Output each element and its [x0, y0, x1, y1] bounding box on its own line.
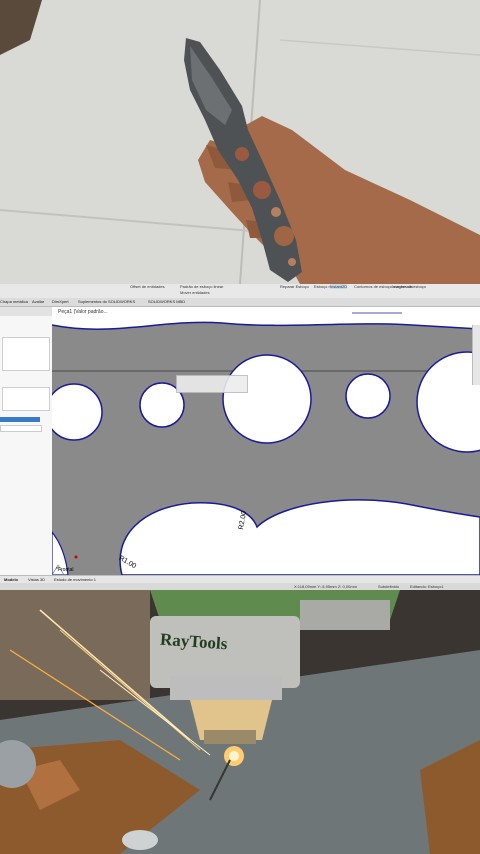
command-tabs: Chapa metálica Avaliar DimXpert Suplemen… — [0, 298, 480, 307]
laser-photo-illustration — [0, 590, 480, 854]
selected-field[interactable] — [0, 417, 40, 422]
ribbon-offset-entities[interactable]: Offset de entidades — [130, 284, 165, 289]
cad-window: Offset de entidades Padrão de esboço lin… — [0, 284, 480, 590]
tab-evaluate[interactable]: Avaliar — [32, 299, 44, 304]
ribbon-linear-pattern[interactable]: Padrão de esboço linear — [180, 284, 223, 289]
tab-mbd[interactable]: SOLIDWORKS MBD — [148, 299, 185, 304]
tab-dimxpert[interactable]: DimXpert — [52, 299, 69, 304]
feature-manager-panel — [0, 307, 53, 575]
photo-knife-in-hand — [0, 0, 480, 284]
context-toolbar[interactable] — [176, 375, 248, 393]
panel-box-2 — [2, 387, 50, 411]
ribbon: Offset de entidades Padrão de esboço lin… — [0, 284, 480, 299]
tab-model[interactable]: Modelo — [4, 577, 18, 582]
status-bar: X:118,09mm Y:-5,95mm Z: 0,00mm Subdefini… — [0, 583, 480, 590]
ribbon-sketch-picture[interactable]: Imagem de esboço — [392, 284, 426, 289]
ribbon-instant2d[interactable]: Instant2D — [330, 284, 348, 289]
photo-laser-cutting: RayTools — [0, 590, 480, 854]
tab-addins[interactable]: Suplementos do SOLIDWORKS — [78, 299, 135, 304]
tab-motion-study[interactable]: Estudo de movimento 1 — [54, 577, 96, 582]
view-label: *Frontal — [56, 567, 74, 573]
ribbon-move-entities[interactable]: Mover entidades — [180, 290, 210, 295]
tab-sheet-metal[interactable]: Chapa metálica — [0, 299, 28, 304]
task-pane-icons[interactable] — [472, 325, 480, 385]
status-coords: X:118,09mm Y:-5,95mm Z: 0,00mm — [294, 584, 357, 589]
ribbon-repair-sketch[interactable]: Reparar Esboço — [280, 284, 309, 289]
field-2[interactable] — [0, 425, 42, 432]
status-state: Subdefinido — [378, 584, 400, 589]
graphics-area[interactable]: Peça1 (Valor padrão... R2.00 R1.00 *Fron… — [52, 307, 480, 575]
panel-box-1 — [2, 337, 50, 371]
sketch-canvas — [52, 312, 480, 575]
panel-tab-strip[interactable] — [0, 307, 52, 316]
knife-photo-illustration — [0, 0, 480, 284]
status-editing: Editando: Esboço1 — [410, 584, 444, 589]
tab-3d-views[interactable]: Vistas 3D — [28, 577, 45, 582]
